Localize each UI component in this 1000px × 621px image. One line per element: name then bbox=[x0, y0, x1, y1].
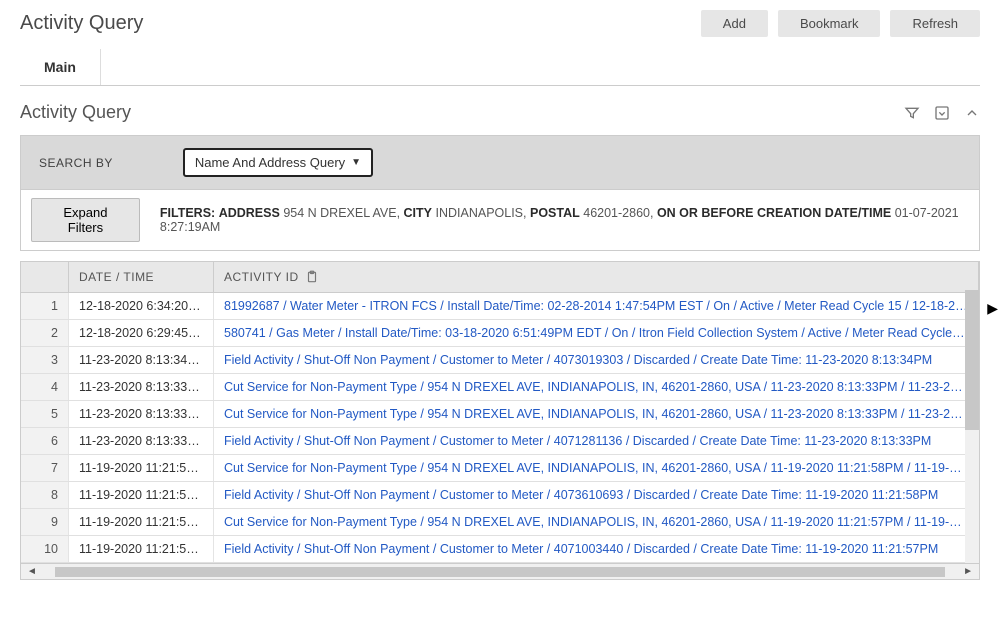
table-row: 212-18-2020 6:29:45AM580741 / Gas Meter … bbox=[21, 320, 979, 347]
row-activity-link[interactable]: Cut Service for Non-Payment Type / 954 N… bbox=[214, 374, 979, 400]
clipboard-icon[interactable] bbox=[305, 270, 319, 284]
top-buttons: Add Bookmark Refresh bbox=[701, 10, 980, 37]
row-number: 1 bbox=[21, 293, 69, 319]
filter-postal-label: POSTAL bbox=[530, 206, 580, 220]
table-row: 911-19-2020 11:21:57PMCut Service for No… bbox=[21, 509, 979, 536]
row-activity-link[interactable]: 81992687 / Water Meter - ITRON FCS / Ins… bbox=[214, 293, 979, 319]
row-activity-link[interactable]: 580741 / Gas Meter / Install Date/Time: … bbox=[214, 320, 979, 346]
row-activity-link[interactable]: Field Activity / Shut-Off Non Payment / … bbox=[214, 428, 979, 454]
row-datetime: 11-23-2020 8:13:33PM bbox=[69, 374, 214, 400]
filter-address-value: 954 N DREXEL AVE, bbox=[283, 206, 400, 220]
row-number: 3 bbox=[21, 347, 69, 373]
row-activity-link[interactable]: Cut Service for Non-Payment Type / 954 N… bbox=[214, 455, 979, 481]
search-bar: SEARCH BY Name And Address Query ▼ bbox=[20, 135, 980, 190]
filter-address-label: ADDRESS bbox=[219, 206, 280, 220]
row-activity-link[interactable]: Cut Service for Non-Payment Type / 954 N… bbox=[214, 509, 979, 535]
filters-summary: FILTERS: ADDRESS 954 N DREXEL AVE, CITY … bbox=[160, 206, 979, 234]
add-button[interactable]: Add bbox=[701, 10, 768, 37]
row-datetime: 11-23-2020 8:13:33PM bbox=[69, 428, 214, 454]
row-datetime: 11-19-2020 11:21:58PM bbox=[69, 455, 214, 481]
row-datetime: 11-19-2020 11:21:57PM bbox=[69, 536, 214, 562]
table-row: 1011-19-2020 11:21:57PMField Activity / … bbox=[21, 536, 979, 563]
row-datetime: 11-23-2020 8:13:34PM bbox=[69, 347, 214, 373]
table-row: 511-23-2020 8:13:33PMCut Service for Non… bbox=[21, 401, 979, 428]
col-activity-label: ACTIVITY ID bbox=[224, 270, 299, 284]
scroll-left-icon[interactable]: ◄ bbox=[27, 566, 37, 577]
horizontal-scrollbar[interactable]: ◄ ► bbox=[21, 563, 979, 579]
section-title: Activity Query bbox=[20, 102, 131, 123]
vertical-scrollbar-thumb[interactable] bbox=[965, 290, 979, 430]
tab-main[interactable]: Main bbox=[20, 49, 101, 85]
table-row: 711-19-2020 11:21:58PMCut Service for No… bbox=[21, 455, 979, 482]
col-datetime[interactable]: DATE / TIME bbox=[69, 262, 214, 292]
results-table: DATE / TIME ACTIVITY ID 112-18-2020 6:34… bbox=[20, 261, 980, 580]
filter-city-value: INDIANAPOLIS, bbox=[436, 206, 527, 220]
refresh-button[interactable]: Refresh bbox=[890, 10, 980, 37]
row-datetime: 11-23-2020 8:13:33PM bbox=[69, 401, 214, 427]
horizontal-scrollbar-thumb[interactable] bbox=[55, 567, 945, 577]
chevron-down-icon: ▼ bbox=[351, 157, 361, 168]
collapse-icon[interactable] bbox=[964, 105, 980, 121]
row-number: 9 bbox=[21, 509, 69, 535]
row-datetime: 11-19-2020 11:21:57PM bbox=[69, 509, 214, 535]
scroll-right-icon[interactable]: ► bbox=[963, 566, 973, 577]
vertical-scrollbar[interactable] bbox=[965, 290, 979, 563]
filter-icon[interactable] bbox=[904, 105, 920, 121]
search-by-dropdown[interactable]: Name And Address Query ▼ bbox=[183, 148, 373, 177]
row-number: 7 bbox=[21, 455, 69, 481]
col-rownum bbox=[21, 262, 69, 292]
row-datetime: 12-18-2020 6:34:20AM bbox=[69, 293, 214, 319]
row-activity-link[interactable]: Field Activity / Shut-Off Non Payment / … bbox=[214, 347, 979, 373]
filter-city-label: CITY bbox=[404, 206, 432, 220]
table-row: 112-18-2020 6:34:20AM81992687 / Water Me… bbox=[21, 293, 979, 320]
side-expand-icon[interactable]: ▶ bbox=[987, 300, 998, 317]
search-by-label: SEARCH BY bbox=[39, 156, 113, 170]
bookmark-button[interactable]: Bookmark bbox=[778, 10, 881, 37]
table-row: 311-23-2020 8:13:34PMField Activity / Sh… bbox=[21, 347, 979, 374]
filters-prefix: FILTERS: bbox=[160, 206, 215, 220]
row-number: 8 bbox=[21, 482, 69, 508]
row-datetime: 11-19-2020 11:21:58PM bbox=[69, 482, 214, 508]
table-row: 611-23-2020 8:13:33PMField Activity / Sh… bbox=[21, 428, 979, 455]
row-number: 6 bbox=[21, 428, 69, 454]
table-row: 811-19-2020 11:21:58PMField Activity / S… bbox=[21, 482, 979, 509]
row-activity-link[interactable]: Field Activity / Shut-Off Non Payment / … bbox=[214, 536, 979, 562]
row-activity-link[interactable]: Cut Service for Non-Payment Type / 954 N… bbox=[214, 401, 979, 427]
row-number: 4 bbox=[21, 374, 69, 400]
options-icon[interactable] bbox=[934, 105, 950, 121]
row-number: 10 bbox=[21, 536, 69, 562]
row-activity-link[interactable]: Field Activity / Shut-Off Non Payment / … bbox=[214, 482, 979, 508]
row-number: 5 bbox=[21, 401, 69, 427]
dropdown-value: Name And Address Query bbox=[195, 155, 345, 170]
expand-filters-button[interactable]: Expand Filters bbox=[31, 198, 140, 242]
row-number: 2 bbox=[21, 320, 69, 346]
col-activity[interactable]: ACTIVITY ID bbox=[214, 262, 979, 292]
table-row: 411-23-2020 8:13:33PMCut Service for Non… bbox=[21, 374, 979, 401]
filter-date-label: ON OR BEFORE CREATION DATE/TIME bbox=[657, 206, 891, 220]
page-title: Activity Query bbox=[20, 12, 143, 35]
filter-postal-value: 46201-2860, bbox=[583, 206, 653, 220]
row-datetime: 12-18-2020 6:29:45AM bbox=[69, 320, 214, 346]
tabs: Main bbox=[20, 49, 980, 86]
